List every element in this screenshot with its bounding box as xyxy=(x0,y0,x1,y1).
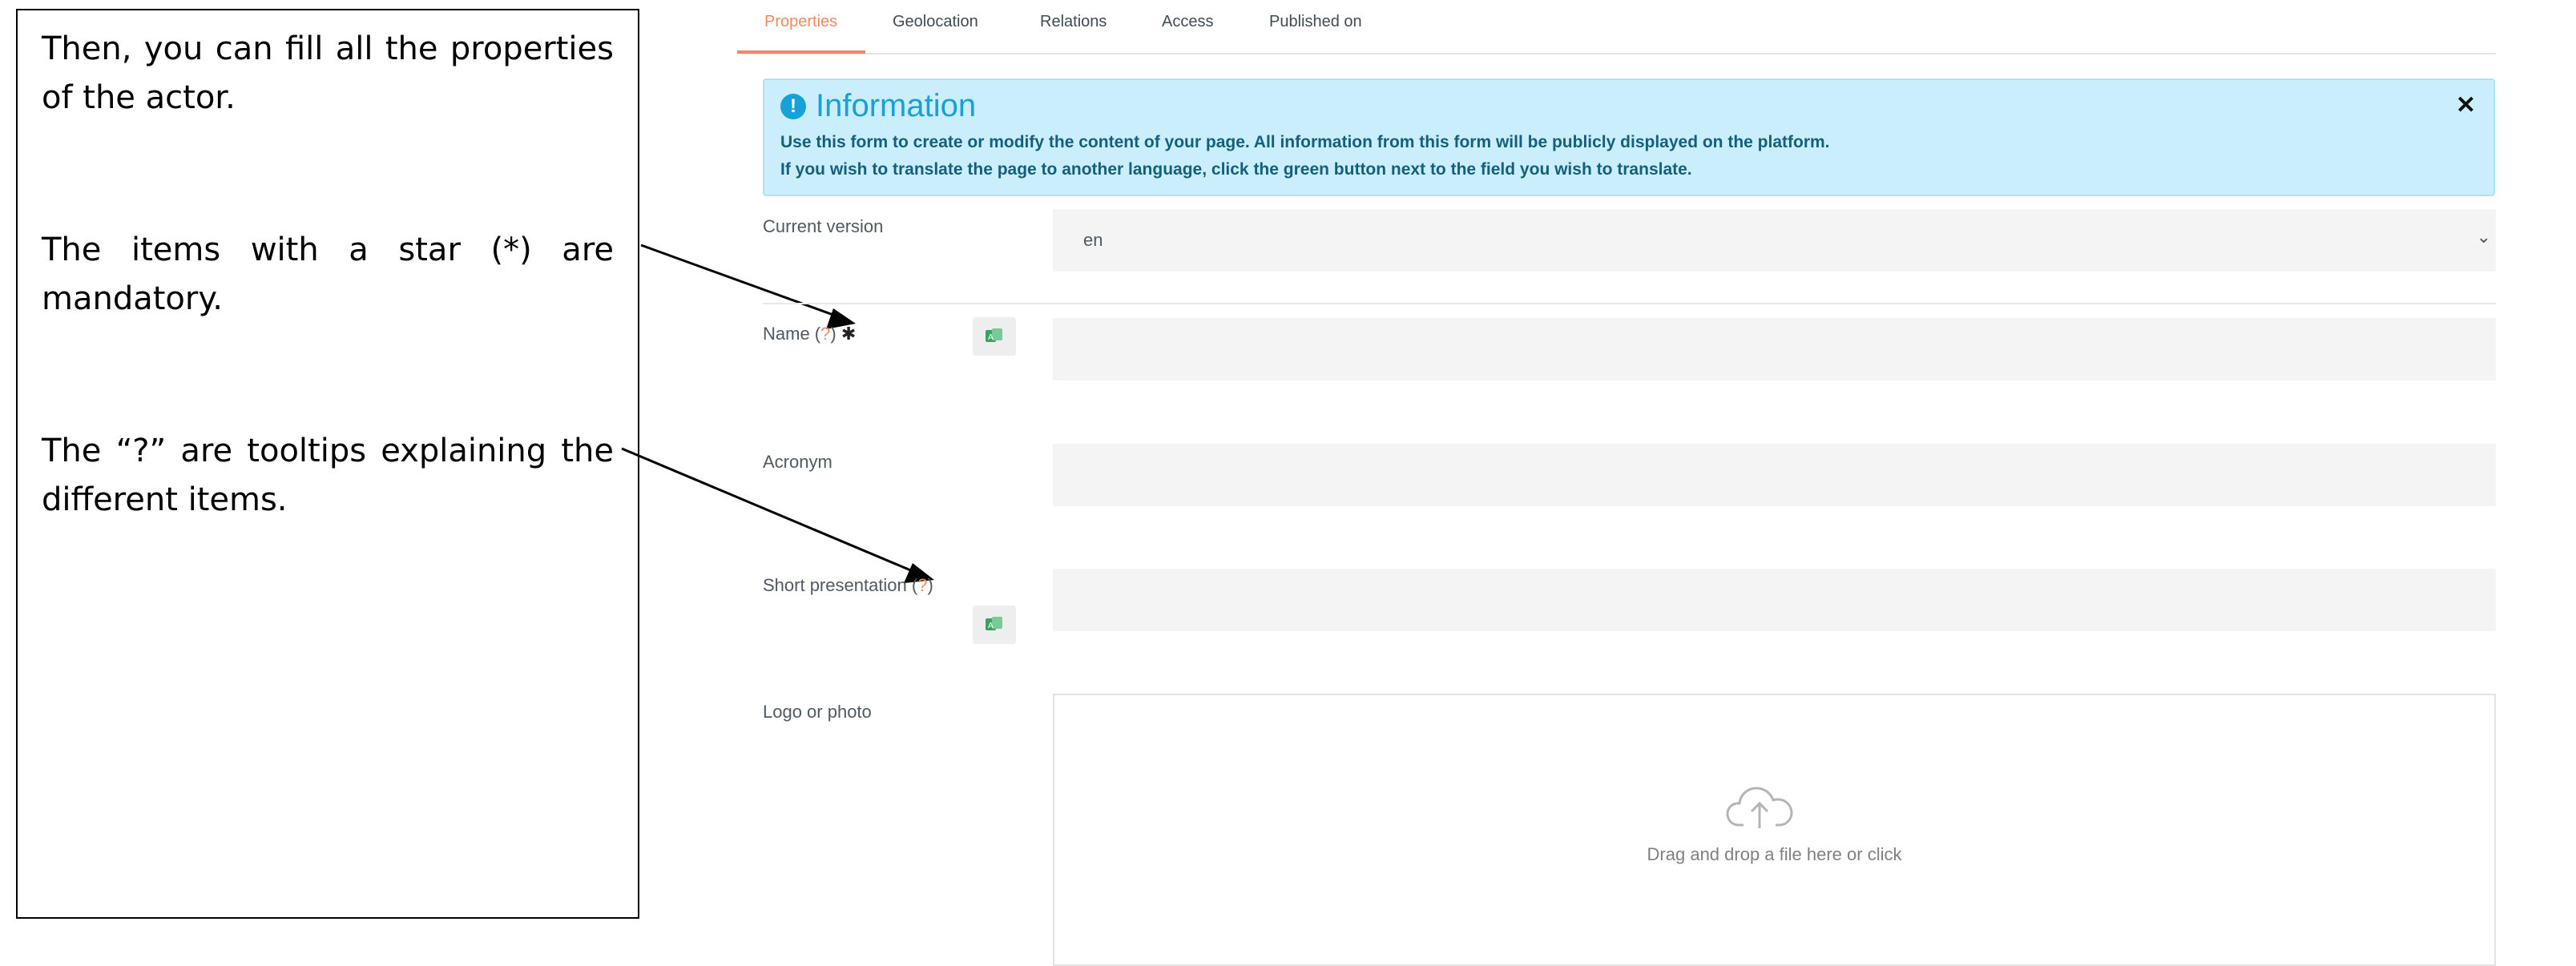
acronym-label: Acronym xyxy=(763,452,832,472)
name-input[interactable] xyxy=(1053,318,2496,380)
svg-text:A: A xyxy=(988,333,994,342)
name-tooltip[interactable]: ? xyxy=(820,324,830,344)
translate-icon: A xyxy=(986,328,1002,342)
translate-button[interactable]: A xyxy=(973,317,1016,356)
tab-relations[interactable]: Relations xyxy=(1040,13,1107,31)
cloud-upload-icon xyxy=(1726,787,1793,828)
info-header: ! Information xyxy=(780,88,976,124)
active-tab-indicator xyxy=(737,50,865,54)
current-version-select[interactable]: en ⌄ xyxy=(1053,209,2496,272)
note-paragraph-properties: Then, you can fill all the properties of… xyxy=(42,30,614,116)
translate-button[interactable]: A xyxy=(973,606,1016,644)
logo-label: Logo or photo xyxy=(763,702,872,722)
acronym-input[interactable] xyxy=(1053,444,2496,506)
tab-properties[interactable]: Properties xyxy=(764,13,837,31)
close-icon[interactable]: ✕ xyxy=(2456,91,2476,119)
tab-published-on[interactable]: Published on xyxy=(1269,13,1362,31)
exclamation-icon: ! xyxy=(780,93,806,119)
note-paragraph-tooltips: The “?” are tooltips explaining the diff… xyxy=(42,433,614,518)
short-presentation-input[interactable] xyxy=(1053,569,2496,631)
instruction-note: Then, you can fill all the properties of… xyxy=(16,9,639,919)
name-label-close: ) xyxy=(830,324,836,344)
name-label-text: Name ( xyxy=(763,324,821,344)
short-presentation-tooltip[interactable]: ? xyxy=(917,575,927,595)
actor-form: Properties Geolocation Relations Access … xyxy=(737,0,2500,966)
translate-icon: A xyxy=(986,617,1002,630)
required-star: ✱ xyxy=(841,324,857,344)
tab-geolocation[interactable]: Geolocation xyxy=(893,13,978,31)
tab-access[interactable]: Access xyxy=(1162,13,1213,31)
info-banner: ! Information ✕ Use this form to create … xyxy=(763,78,2495,196)
divider xyxy=(763,303,2496,304)
info-title: Information xyxy=(816,88,977,123)
info-text-line-1: Use this form to create or modify the co… xyxy=(780,133,1830,151)
note-paragraph-mandatory: The items with a star (*) are mandatory. xyxy=(42,231,614,317)
current-version-value: en xyxy=(1083,230,1103,250)
info-text-line-2: If you wish to translate the page to ano… xyxy=(780,160,1692,179)
short-presentation-label: Short presentation (?) xyxy=(763,575,933,596)
current-version-label: Current version xyxy=(763,216,884,236)
tab-bar: Properties Geolocation Relations Access … xyxy=(737,0,2496,54)
short-presentation-label-close: ) xyxy=(927,575,933,595)
svg-text:A: A xyxy=(988,622,994,630)
short-presentation-label-text: Short presentation ( xyxy=(763,575,918,595)
dropzone-text: Drag and drop a file here or click xyxy=(1647,844,1902,864)
chevron-down-icon: ⌄ xyxy=(2476,227,2491,247)
name-label: Name (?) ✱ xyxy=(763,324,856,344)
logo-dropzone[interactable]: Drag and drop a file here or click xyxy=(1053,694,2496,966)
